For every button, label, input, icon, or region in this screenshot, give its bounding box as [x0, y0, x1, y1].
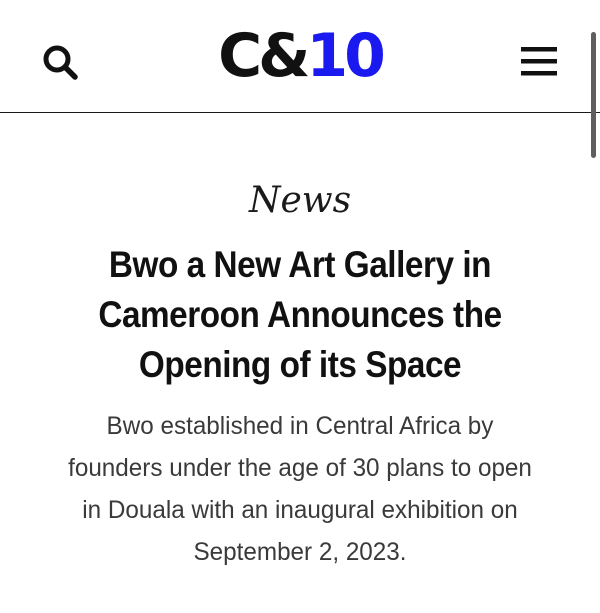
- menu-button[interactable]: [512, 38, 566, 84]
- hamburger-menu-icon: [521, 47, 557, 76]
- site-header: C& 10: [0, 0, 600, 113]
- article-headline[interactable]: Bwo a New Art Gallery in Cameroon Announ…: [80, 240, 521, 390]
- logo-text-accent: 10: [306, 21, 385, 91]
- article-category[interactable]: News: [0, 179, 600, 223]
- search-button[interactable]: [34, 40, 86, 84]
- search-icon: [43, 45, 78, 80]
- logo-text-main: C&: [218, 21, 310, 91]
- site-logo[interactable]: C& 10: [205, 20, 395, 92]
- article: News Bwo a New Art Gallery in Cameroon A…: [0, 113, 600, 613]
- article-summary: Bwo established in Central Africa by fou…: [68, 412, 532, 566]
